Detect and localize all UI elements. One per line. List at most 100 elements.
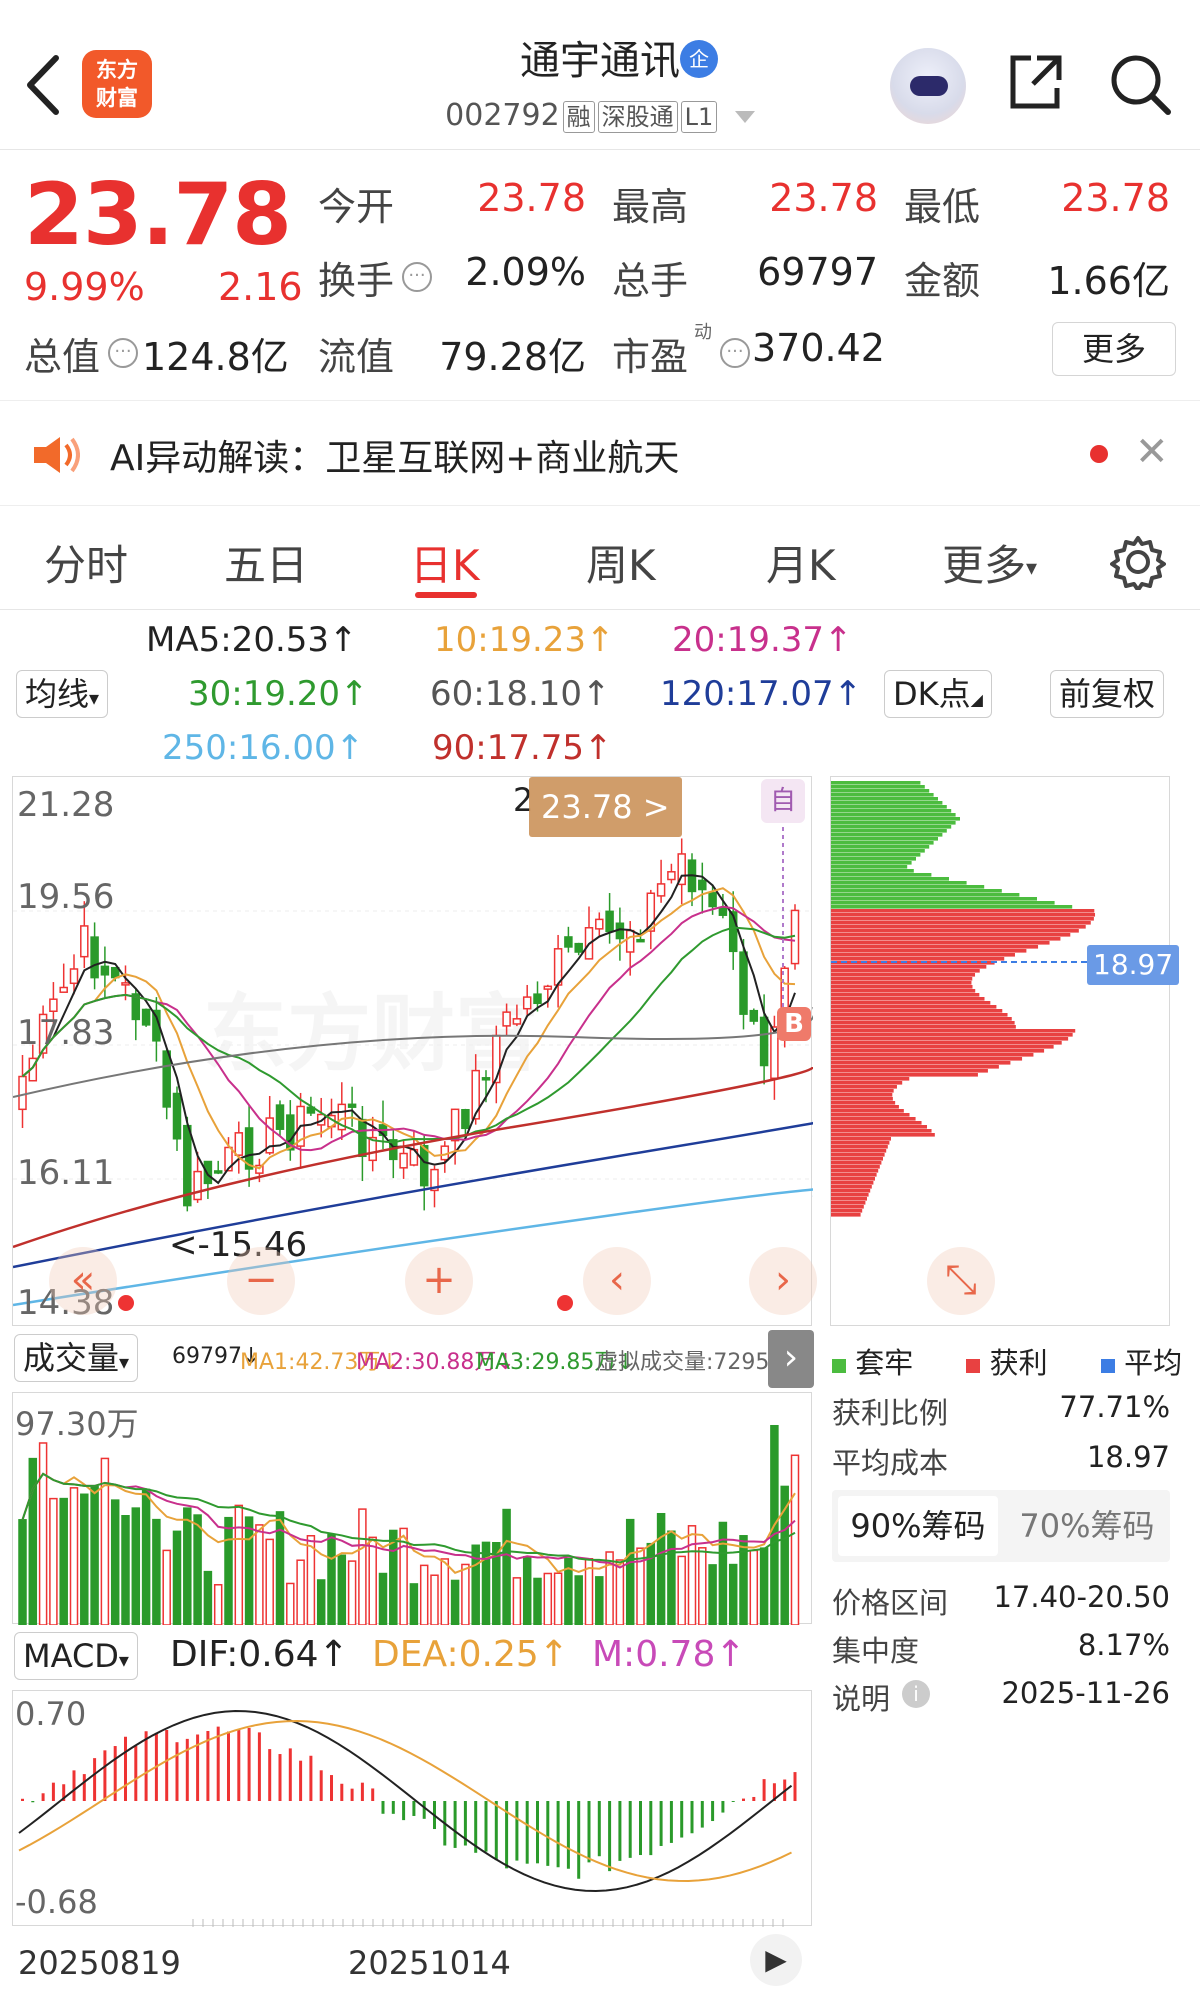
pe-superscript: 动 bbox=[694, 322, 712, 343]
chevron-right-icon: › bbox=[783, 1337, 799, 1378]
candle bbox=[162, 1050, 171, 1108]
candle bbox=[358, 1118, 367, 1158]
self-select-marker[interactable]: 自 bbox=[761, 779, 805, 823]
profit-ratio-label: 获利比例 bbox=[832, 1396, 949, 1430]
volume-bar bbox=[419, 1564, 429, 1625]
open-value: 23.78 bbox=[477, 176, 586, 220]
volume-bar bbox=[749, 1549, 759, 1625]
chip-bar bbox=[831, 993, 980, 997]
amount-value: 1.66亿 bbox=[1047, 259, 1170, 303]
chip-bar bbox=[831, 1097, 893, 1101]
volume-bar bbox=[378, 1572, 388, 1625]
candle bbox=[739, 951, 748, 1015]
legend-swatch-profit bbox=[966, 1359, 981, 1373]
chip-bar bbox=[831, 941, 1050, 945]
chip-bar bbox=[831, 893, 1020, 897]
candle bbox=[595, 918, 604, 930]
scroll-right-button[interactable]: › bbox=[749, 1247, 817, 1315]
chip-bar bbox=[831, 1085, 897, 1089]
zoom-out-button[interactable]: − bbox=[227, 1247, 295, 1315]
search-button[interactable] bbox=[1108, 52, 1172, 116]
volume-bar bbox=[49, 1497, 58, 1625]
chevron-left-icon: ‹ bbox=[609, 1257, 625, 1303]
tab-weekly-k[interactable]: 周K bbox=[586, 532, 656, 593]
chip-bar bbox=[831, 1029, 1076, 1033]
macd-indicator-selector[interactable]: MACD▾ bbox=[14, 1632, 138, 1680]
candle bbox=[59, 986, 68, 993]
price-crosshair-tag[interactable]: 23.78 > bbox=[529, 777, 682, 837]
concentration-value: 8.17% bbox=[1077, 1628, 1170, 1662]
close-icon[interactable]: ✕ bbox=[1135, 429, 1169, 475]
volume-bar bbox=[224, 1516, 233, 1625]
candle bbox=[275, 1104, 285, 1130]
chip-bar bbox=[831, 865, 908, 869]
scroll-left-button[interactable]: ‹ bbox=[583, 1247, 651, 1315]
ma-selector[interactable]: 均线▾ bbox=[16, 670, 109, 718]
volume-bar bbox=[708, 1564, 717, 1625]
tab-intraday[interactable]: 分时 bbox=[44, 532, 128, 593]
tab-daily-k[interactable]: 日K bbox=[410, 532, 480, 593]
chip-bar bbox=[831, 1049, 1045, 1053]
volume-bar bbox=[574, 1575, 583, 1625]
pe-label: 市盈 bbox=[612, 335, 689, 379]
candle bbox=[492, 1034, 501, 1084]
adjust-mode-button[interactable]: 前复权 bbox=[1050, 670, 1165, 718]
chip-bar bbox=[831, 1121, 922, 1125]
candle bbox=[203, 1160, 213, 1185]
tab-more[interactable]: 更多▾ bbox=[942, 532, 1037, 593]
chip-bar bbox=[831, 1053, 1034, 1057]
tab-five-day[interactable]: 五日 bbox=[224, 532, 308, 593]
info-icon[interactable]: i bbox=[902, 1680, 930, 1708]
play-button[interactable]: ▶ bbox=[750, 1934, 802, 1986]
chip-bar bbox=[831, 837, 938, 841]
volume-bar bbox=[183, 1507, 192, 1625]
buy-point-marker[interactable]: B bbox=[777, 1007, 811, 1041]
candle bbox=[49, 998, 58, 1012]
info-icon[interactable]: ··· bbox=[720, 338, 750, 368]
chip-bar bbox=[831, 1089, 894, 1093]
volume-bar bbox=[203, 1570, 213, 1625]
x-axis-date-mid: 20251014 bbox=[348, 1944, 511, 1982]
chip-bar bbox=[831, 1057, 1023, 1061]
zoom-in-button[interactable]: + bbox=[405, 1247, 473, 1315]
chip-bar bbox=[831, 877, 949, 881]
ai-insight-text: AI异动解读：卫星互联网+商业航天 bbox=[110, 438, 680, 479]
chip-bar bbox=[831, 1133, 935, 1137]
expand-right-button[interactable]: › bbox=[768, 1330, 814, 1388]
ai-insight-bar[interactable]: AI异动解读：卫星互联网+商业航天 ✕ bbox=[0, 400, 1200, 506]
chip-distribution-chart[interactable]: 18.97 ⤡ bbox=[830, 776, 1180, 1326]
active-tab-indicator bbox=[415, 592, 477, 598]
info-icon[interactable]: ··· bbox=[108, 338, 138, 368]
assistant-avatar[interactable] bbox=[890, 48, 966, 124]
info-icon[interactable]: ··· bbox=[402, 262, 432, 292]
chip-bar bbox=[831, 917, 1094, 921]
y-axis-label-3: 17.83 bbox=[17, 1013, 115, 1053]
share-button[interactable] bbox=[1005, 52, 1065, 112]
chip-bar bbox=[831, 969, 980, 973]
chip-bar bbox=[831, 1013, 1008, 1017]
tab-chip-70[interactable]: 70%筹码 bbox=[1012, 1496, 1162, 1556]
volume-chart[interactable]: 97.30万 bbox=[12, 1392, 812, 1625]
expand-button[interactable]: ⤡ bbox=[927, 1247, 995, 1315]
dk-point-button[interactable]: DK点◢ bbox=[884, 670, 992, 718]
tab-chip-90[interactable]: 90%筹码 bbox=[838, 1496, 998, 1556]
macd-bottom-label: -0.68 bbox=[15, 1883, 98, 1921]
gear-icon[interactable] bbox=[1110, 534, 1166, 590]
chip-bar bbox=[831, 873, 932, 877]
volume-indicator-selector[interactable]: 成交量▾ bbox=[14, 1334, 139, 1382]
ma-line bbox=[21, 887, 796, 1170]
event-dot bbox=[557, 1295, 573, 1311]
chevron-right-icon: › bbox=[775, 1257, 791, 1303]
tab-monthly-k[interactable]: 月K bbox=[766, 532, 836, 593]
more-quote-button[interactable]: 更多 bbox=[1052, 322, 1176, 376]
legend-swatch-average bbox=[1100, 1359, 1115, 1373]
y-axis-label-4: 16.11 bbox=[17, 1153, 115, 1193]
legend-average: 平均 bbox=[1124, 1346, 1183, 1380]
chip-bar bbox=[831, 1185, 872, 1189]
scroll-left-fast-button[interactable]: « bbox=[49, 1247, 117, 1315]
volume-bar bbox=[286, 1582, 295, 1625]
macd-chart[interactable]: 0.70 -0.68 bbox=[12, 1690, 812, 1927]
double-chevron-left-icon: « bbox=[70, 1257, 96, 1303]
kline-chart[interactable]: 东方财富 21.28 19.56 17.83 16.11 14.38 2 23.… bbox=[12, 776, 817, 1326]
chip-bar bbox=[831, 1169, 879, 1173]
